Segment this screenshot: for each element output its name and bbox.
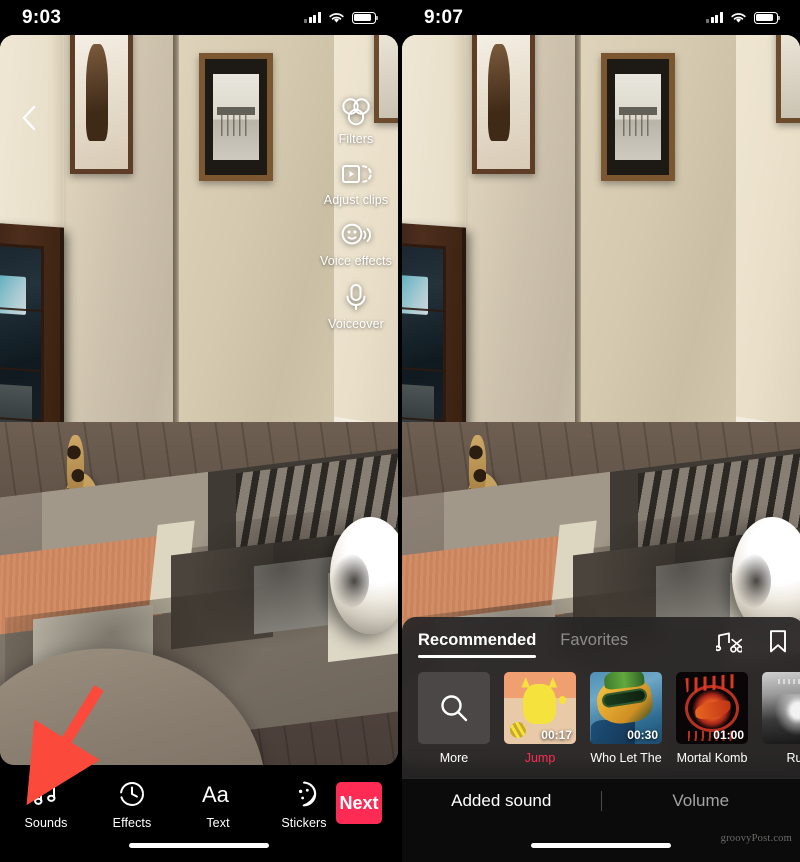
- bottom-tool-label: Sounds: [24, 816, 68, 830]
- sound-name: More: [439, 751, 469, 765]
- trim-sound-icon[interactable]: [716, 630, 742, 654]
- cellular-bars-icon: [706, 12, 723, 23]
- tab-added-sound[interactable]: Added sound: [402, 791, 601, 811]
- tool-voice-effects[interactable]: Voice effects: [320, 221, 392, 268]
- battery-icon: [754, 11, 781, 24]
- sound-picker-panel: Recommended Favorites More 00:17 Jump 00…: [402, 617, 800, 778]
- bottom-tool-effects[interactable]: Effects: [100, 779, 164, 830]
- bottom-tool-stickers[interactable]: Stickers: [272, 779, 336, 830]
- sound-thumbnail[interactable]: 00:: [762, 672, 800, 744]
- tool-adjust-clips[interactable]: Adjust clips: [320, 160, 392, 207]
- wall-picture-3: [776, 35, 800, 123]
- wall-picture-1: [471, 35, 536, 174]
- sound-thumbnail[interactable]: 00:17: [504, 672, 576, 744]
- tool-label: Voiceover: [328, 317, 384, 331]
- bottom-tool-label: Text: [206, 816, 230, 830]
- round-ottoman: [330, 516, 398, 634]
- sound-duration: 00:30: [627, 728, 658, 742]
- sound-list[interactable]: More 00:17 Jump 00:30 Who Let The 01:00 …: [402, 660, 800, 765]
- sound-thumbnail[interactable]: 00:30: [590, 672, 662, 744]
- video-preview-canvas[interactable]: Filters Adjust clips Voice effects Voice…: [0, 35, 398, 765]
- home-indicator: [129, 843, 269, 848]
- tool-label: Adjust clips: [323, 193, 389, 207]
- wall-picture-2: [199, 53, 273, 181]
- voice-effects-icon: [341, 223, 372, 245]
- sound-panel-actions: [716, 629, 788, 660]
- sound-bottom-tabs: Added sound Volume: [402, 778, 800, 862]
- home-indicator: [531, 843, 671, 848]
- adjust-clips-icon: [342, 165, 372, 183]
- status-clock: 9:03: [22, 6, 62, 28]
- tab-favorites[interactable]: Favorites: [560, 631, 628, 658]
- sound-panel-header: Recommended Favorites: [402, 617, 800, 660]
- sound-duration: 00:17: [541, 728, 572, 742]
- site-watermark: groovyPost.com: [720, 833, 792, 844]
- bottom-tool-text[interactable]: Aa Text: [186, 779, 250, 830]
- tool-label: Filters: [338, 132, 374, 146]
- text-aa-icon: Aa: [202, 782, 230, 807]
- sound-item-jump[interactable]: 00:17 Jump: [504, 672, 576, 765]
- status-bar: 9:03: [0, 0, 398, 35]
- search-icon: [441, 695, 468, 722]
- sound-item-mortal-kombat[interactable]: 01:00 Mortal Komb: [676, 672, 748, 765]
- status-bar: 9:07: [402, 0, 800, 35]
- left-phone-screenshot: 9:03 Filters Adjust clips Voice effects …: [0, 0, 398, 862]
- run-album-artwork: [762, 672, 800, 744]
- sound-name: Jump: [524, 751, 556, 765]
- bottom-tool-label: Effects: [112, 816, 152, 830]
- sound-thumbnail[interactable]: 01:00: [676, 672, 748, 744]
- wall-picture-2: [601, 53, 675, 181]
- status-clock: 9:07: [424, 6, 464, 28]
- sound-duration: 01:00: [713, 728, 744, 742]
- filters-circles-icon: [342, 98, 370, 126]
- cellular-bars-icon: [304, 12, 321, 23]
- editing-tools-rail: Filters Adjust clips Voice effects Voice…: [320, 97, 392, 331]
- stickers-face-icon: [298, 781, 317, 807]
- wall-picture-1: [69, 35, 134, 174]
- wifi-icon: [731, 12, 746, 23]
- wifi-icon: [329, 12, 344, 23]
- bottom-tools-row: Sounds Effects Aa Text Stickers: [0, 765, 336, 830]
- tool-voiceover[interactable]: Voiceover: [320, 282, 392, 331]
- effects-clock-icon: [120, 782, 144, 806]
- microphone-icon: [346, 284, 366, 310]
- bottom-tool-label: Stickers: [281, 816, 327, 830]
- status-icons: [706, 11, 781, 24]
- sound-name: Who Let The: [590, 751, 662, 765]
- tab-recommended[interactable]: Recommended: [418, 631, 537, 658]
- sound-thumbnail[interactable]: [418, 672, 490, 744]
- status-icons: [304, 11, 379, 24]
- sound-item-who-let-the[interactable]: 00:30 Who Let The: [590, 672, 662, 765]
- sound-name: Run: [786, 751, 800, 765]
- bottom-tool-sounds[interactable]: Sounds: [14, 779, 78, 830]
- bookmark-icon[interactable]: [768, 629, 788, 654]
- screenshot-stage: 9:03 Filters Adjust clips Voice effects …: [0, 0, 800, 862]
- sound-item-run[interactable]: 00: Run: [762, 672, 800, 765]
- music-note-icon: [34, 782, 56, 805]
- right-phone-screenshot: 9:07 Recommended Favorites More 00:17 Ju…: [402, 0, 800, 862]
- back-chevron-icon: [22, 105, 36, 131]
- sound-panel-tabs: Recommended Favorites: [418, 631, 716, 658]
- sound-name: Mortal Komb: [676, 751, 748, 765]
- next-button[interactable]: Next: [336, 782, 382, 824]
- sound-item-more[interactable]: More: [418, 672, 490, 765]
- back-button[interactable]: [14, 103, 44, 133]
- svg-text:Aa: Aa: [202, 782, 230, 807]
- tool-label: Voice effects: [320, 254, 392, 268]
- tool-filters[interactable]: Filters: [320, 97, 392, 146]
- battery-icon: [352, 11, 379, 24]
- tab-volume[interactable]: Volume: [602, 791, 800, 811]
